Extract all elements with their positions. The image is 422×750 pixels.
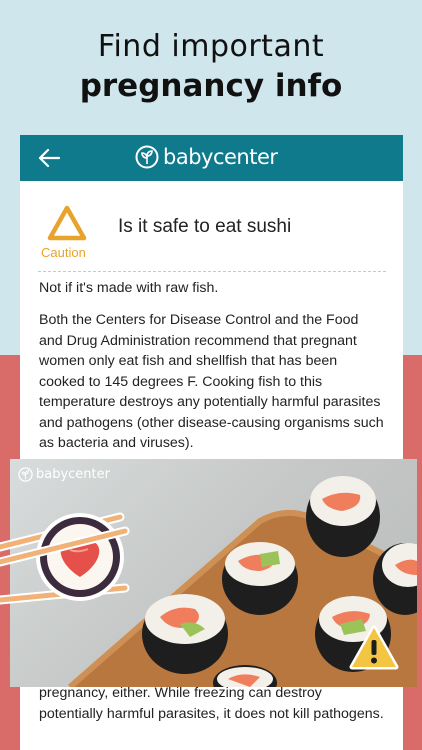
headline-line-1: Find important (97, 29, 325, 64)
sushi-heart-sticker-icon (0, 512, 130, 605)
question-title: Is it safe to eat sushi (118, 216, 292, 237)
article-paragraph-continued: pregnancy, either. While freezing can de… (39, 685, 384, 722)
article-paragraph: Both the Centers for Disease Control and… (39, 312, 384, 451)
photo-watermark-text: babycenter (36, 467, 110, 482)
back-arrow-icon[interactable] (38, 148, 60, 168)
short-answer: Not if it's made with raw fish. (39, 280, 219, 296)
photo-watermark: babycenter (18, 467, 110, 482)
question-row: Caution Is it safe to eat sushi (20, 205, 403, 265)
headline-line-2: pregnancy info (79, 68, 343, 104)
warning-sticker-icon (349, 625, 399, 670)
headline: Find important pregnancy info (0, 28, 422, 106)
babycenter-logo-icon (135, 145, 159, 169)
divider (38, 271, 386, 272)
caution-icon (47, 205, 87, 241)
app-bar: babycenter (20, 135, 403, 181)
babycenter-watermark-icon (18, 467, 33, 482)
caution-label: Caution (41, 245, 86, 260)
brand-logo: babycenter (135, 145, 278, 169)
brand-name: babycenter (163, 145, 278, 169)
